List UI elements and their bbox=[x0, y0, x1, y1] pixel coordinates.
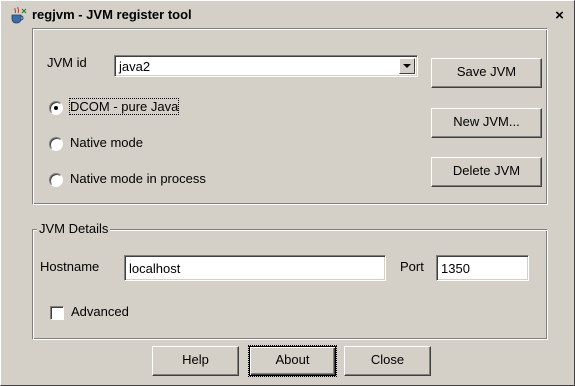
hostname-field[interactable]: localhost bbox=[124, 255, 386, 281]
regjvm-dialog: regjvm - JVM register tool × JVM id java… bbox=[0, 0, 575, 386]
advanced-checkbox[interactable]: Advanced bbox=[50, 304, 170, 322]
mode-label-native: Native mode bbox=[70, 135, 143, 150]
mode-radio-native[interactable]: Native mode bbox=[49, 135, 249, 153]
title-bar[interactable]: regjvm - JVM register tool × bbox=[4, 4, 571, 26]
close-icon[interactable]: × bbox=[552, 8, 567, 23]
port-label: Port bbox=[400, 259, 424, 274]
save-jvm-button[interactable]: Save JVM bbox=[431, 58, 542, 88]
jvm-id-value: java2 bbox=[119, 59, 151, 74]
close-button[interactable]: Close bbox=[344, 346, 431, 376]
delete-jvm-button[interactable]: Delete JVM bbox=[431, 157, 542, 187]
radio-icon[interactable] bbox=[49, 173, 63, 187]
chevron-down-icon[interactable] bbox=[399, 58, 415, 74]
jvm-details-title: JVM Details bbox=[37, 221, 111, 236]
about-button[interactable]: About bbox=[248, 345, 337, 377]
port-field[interactable]: 1350 bbox=[436, 255, 529, 281]
jvm-id-label: JVM id bbox=[47, 55, 87, 70]
jvm-id-combobox[interactable]: java2 bbox=[114, 55, 418, 77]
hostname-value: localhost bbox=[129, 261, 181, 276]
hostname-label: Hostname bbox=[40, 259, 100, 274]
radio-icon[interactable] bbox=[49, 137, 63, 151]
jvm-details-group: JVM Details bbox=[32, 221, 548, 340]
help-button[interactable]: Help bbox=[152, 346, 239, 376]
java-cup-icon bbox=[11, 6, 27, 24]
port-value: 1350 bbox=[441, 261, 470, 276]
radio-icon-checked[interactable] bbox=[49, 101, 63, 115]
dialog-body: JVM id java2 Save JVM New JVM... Delete … bbox=[4, 26, 571, 382]
new-jvm-button[interactable]: New JVM... bbox=[431, 108, 542, 138]
window-title: regjvm - JVM register tool bbox=[32, 7, 192, 22]
mode-radio-native-in-process[interactable]: Native mode in process bbox=[49, 171, 269, 189]
mode-radio-dcom[interactable]: DCOM - pure Java bbox=[49, 98, 249, 117]
mode-label-dcom: DCOM - pure Java bbox=[68, 98, 180, 115]
checkbox-icon[interactable] bbox=[50, 306, 64, 320]
advanced-label: Advanced bbox=[71, 304, 129, 319]
mode-label-native-in-process: Native mode in process bbox=[70, 171, 206, 186]
